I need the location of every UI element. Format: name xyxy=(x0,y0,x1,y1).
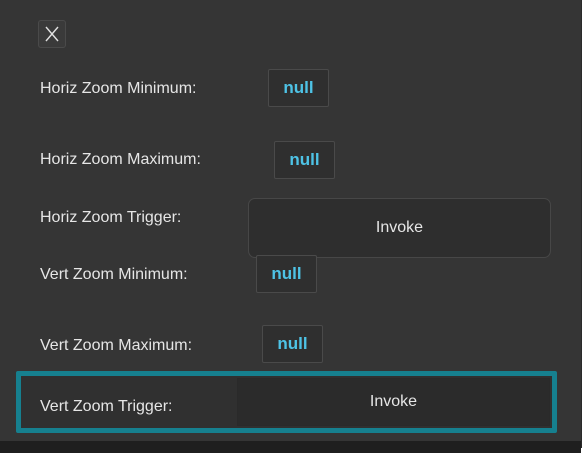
close-x-icon xyxy=(45,26,59,42)
horiz-zoom-maximum-label: Horiz Zoom Maximum: xyxy=(40,151,201,168)
horiz-zoom-minimum-value[interactable]: null xyxy=(268,69,329,107)
horiz-zoom-minimum-label: Horiz Zoom Minimum: xyxy=(40,80,197,97)
vert-zoom-maximum-label: Vert Zoom Maximum: xyxy=(40,337,193,354)
horiz-zoom-invoke-button[interactable]: Invoke xyxy=(248,198,551,258)
vert-zoom-minimum-label: Vert Zoom Minimum: xyxy=(40,266,188,283)
focus-ring xyxy=(16,371,557,433)
close-button[interactable] xyxy=(38,20,66,48)
horiz-zoom-trigger-label: Horiz Zoom Trigger: xyxy=(40,209,182,226)
panel-bottom-edge xyxy=(0,441,581,453)
vert-zoom-maximum-value[interactable]: null xyxy=(262,325,323,363)
horiz-zoom-maximum-value[interactable]: null xyxy=(274,141,335,179)
vert-zoom-minimum-value[interactable]: null xyxy=(256,255,317,293)
